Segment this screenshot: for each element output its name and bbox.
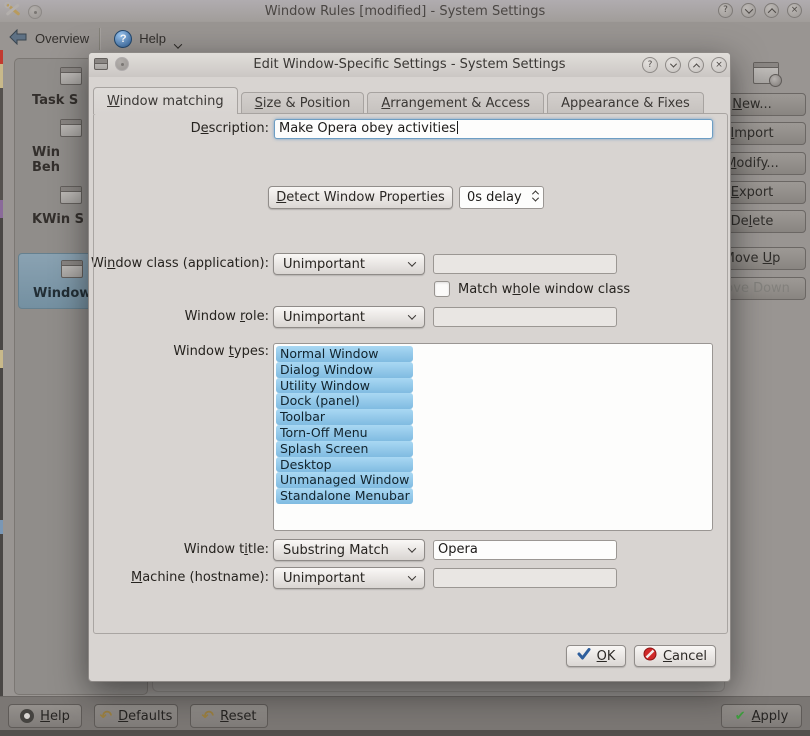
main-minimize-button[interactable] (741, 3, 756, 18)
apply-button[interactable]: ✔ Apply (721, 704, 802, 728)
tab-size-position[interactable]: Size & Position (241, 92, 365, 114)
help-button[interactable]: Help (8, 704, 82, 728)
cancel-no-icon (643, 647, 657, 665)
apply-check-icon: ✔ (735, 710, 746, 723)
help-lifebuoy-icon (20, 709, 34, 723)
tab-appearance-fixes[interactable]: Appearance & Fixes (547, 92, 704, 114)
reset-button[interactable]: ↶ Reset (190, 704, 268, 728)
desktop: Window Rules [modified] - System Setting… (0, 0, 810, 736)
cancel-button[interactable]: Cancel (634, 645, 716, 667)
tab-arrangement-access[interactable]: Arrangement & Access (367, 92, 544, 114)
toolbar-separator (99, 28, 100, 50)
window-icon (60, 186, 82, 204)
dialog-tabs: Window matching Size & Position Arrangem… (93, 88, 704, 114)
window-icon (60, 119, 82, 137)
dialog-titlebar: Edit Window-Specific Settings - System S… (89, 53, 730, 77)
window-bottom-edge (0, 730, 810, 736)
dialog-help-button[interactable]: ? (642, 57, 658, 73)
window-rules-module-icon (753, 62, 779, 84)
window-icon (60, 67, 82, 85)
ok-button[interactable]: OK (566, 645, 626, 667)
tab-window-matching[interactable]: Window matching (93, 87, 238, 114)
overview-button[interactable]: Overview (0, 25, 97, 52)
dialog-minimize-button[interactable] (665, 57, 681, 73)
main-close-button[interactable]: × (787, 3, 802, 18)
dialog-title: Edit Window-Specific Settings - System S… (89, 57, 730, 72)
main-bottom-bar: Help ↶ Defaults ↶ Reset ✔ Apply (0, 696, 810, 730)
chevron-down-icon (175, 37, 181, 52)
defaults-undo-icon: ↶ (100, 709, 113, 724)
tab-pane (93, 113, 728, 634)
main-window-titlebar: Window Rules [modified] - System Setting… (0, 0, 810, 22)
desktop-edge-sliver (0, 50, 3, 730)
defaults-button[interactable]: ↶ Defaults (94, 704, 178, 728)
main-toolbar: Overview ? Help (0, 22, 810, 55)
main-maximize-button[interactable] (764, 3, 779, 18)
dialog-maximize-button[interactable] (688, 57, 704, 73)
dialog-close-button[interactable]: × (711, 57, 727, 73)
help-menu-button[interactable]: ? Help (106, 21, 189, 56)
back-arrow-icon (8, 29, 28, 48)
window-icon (61, 260, 83, 278)
help-icon: ? (114, 30, 132, 48)
ok-check-icon (577, 648, 591, 664)
edit-window-settings-dialog: Edit Window-Specific Settings - System S… (88, 52, 731, 682)
reset-undo-icon: ↶ (202, 709, 215, 724)
main-window-title: Window Rules [modified] - System Setting… (0, 4, 810, 19)
main-help-window-button[interactable]: ? (718, 3, 733, 18)
